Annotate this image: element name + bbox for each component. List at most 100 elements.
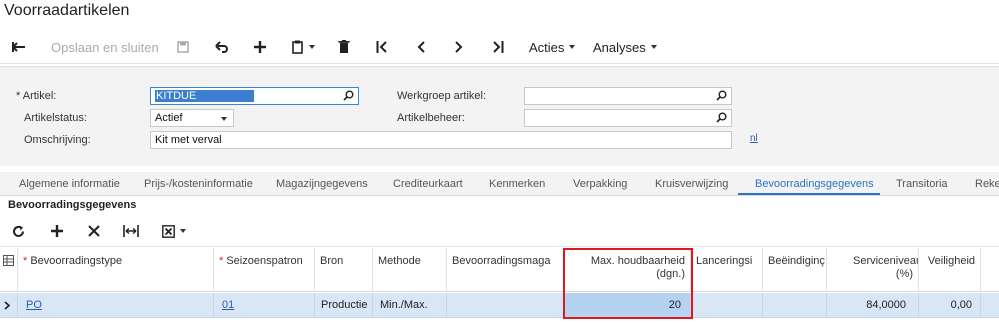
export-excel-button[interactable] [162,221,186,241]
seizoenspatron-link[interactable]: 01 [222,299,234,311]
grid-header: * Bevoorradingstype * Seizoenspatron Bro… [0,248,999,292]
chevron-down-icon [221,117,227,121]
col-beeindiging[interactable]: Beëindiginç [763,248,827,292]
chevron-down-icon [569,45,576,49]
save-close-label: Opslaan en sluiten [51,39,159,55]
delete-row-button[interactable] [88,221,100,241]
werkgroep-input[interactable] [524,87,732,105]
item-form: * Artikel: KITDUE Artikelstatus: Actief … [0,66,999,166]
save-button[interactable] [177,32,189,62]
col-max-houdbaarheid[interactable]: Max. houdbaarheid (dgn.) [565,248,691,292]
analyses-label: Analyses [593,39,646,55]
col-bron[interactable]: Bron [315,248,373,292]
delete-button[interactable] [338,32,350,62]
cell-seizoenspatron[interactable]: 01 [214,293,315,318]
last-icon [493,41,504,53]
add-row-button[interactable] [51,221,63,241]
cell-bron[interactable]: Productie [315,293,373,318]
col-bevoorradingstype[interactable]: * Bevoorradingstype [18,248,214,292]
save-close-button[interactable]: Opslaan en sluiten [51,32,159,62]
refresh-button[interactable] [12,221,25,241]
cell-veiligheid[interactable]: 0,00 [919,293,981,318]
cell-serviceniveau[interactable]: 84,0000 [827,293,919,318]
fit-width-icon [123,225,139,237]
tab-bevoorradingsgegevens[interactable]: Bevoorradingsgegevens [755,178,874,190]
col-veiligheid[interactable]: Veiligheid [919,248,981,292]
first-icon [376,41,387,53]
tab-kruisverwijzing[interactable]: Kruisverwijzing [655,178,728,190]
tab-prijs-kosteninformatie[interactable]: Prijs-/kosteninformatie [144,178,253,190]
col-methode[interactable]: Methode [373,248,447,292]
cell-max-houdbaarheid[interactable]: 20 [565,293,691,318]
artikel-label: * Artikel: [16,90,57,102]
status-value: Actief [155,112,183,124]
cell-overflow [981,293,999,318]
col-lancering[interactable]: Lanceringsi [691,248,763,292]
main-toolbar: Opslaan en sluiten Acties Analyses [0,32,999,64]
omschrijving-label: Omschrijving: [24,134,91,146]
first-record-button[interactable] [376,32,388,62]
row-selector-header[interactable] [0,248,18,292]
tab-kenmerken[interactable]: Kenmerken [489,178,545,190]
close-icon [88,225,100,237]
search-icon[interactable] [343,90,354,101]
search-icon[interactable] [716,90,727,101]
copy-paste-button[interactable] [292,32,315,62]
page-title: Voorraadartikelen [4,2,130,19]
undo-icon [215,41,228,53]
col-bevoorradingsmagazijn[interactable]: Bevoorradingsmaga [447,248,565,292]
col-overflow [981,248,999,292]
cell-methode[interactable]: Min./Max. [373,293,447,318]
section-title: Bevoorradingsgegevens [8,199,137,211]
cell-lancering[interactable] [691,293,763,318]
tab-reke[interactable]: Reke [975,178,999,190]
tab-transitoria[interactable]: Transitoria [896,178,948,190]
beheer-input[interactable] [524,109,732,127]
search-icon[interactable] [716,112,727,123]
back-button[interactable] [12,32,26,62]
previous-record-button[interactable] [416,32,426,62]
beheer-label: Artikelbeheer: [397,112,465,124]
grid-toolbar [0,215,999,247]
tab-verpakking[interactable]: Verpakking [573,178,627,190]
title-bar: Voorraadartikelen [0,0,999,30]
clipboard-icon [292,40,303,54]
trash-icon [338,40,350,53]
artikel-input[interactable]: KITDUE [150,87,359,105]
grid-settings-icon [3,255,14,266]
tab-algemene-informatie[interactable]: Algemene informatie [19,178,120,190]
chevron-down-icon [180,229,186,233]
row-expand-toggle[interactable] [0,293,18,318]
chevron-right-icon [455,41,463,53]
active-tab-indicator [738,193,880,195]
arrow-left-icon [12,42,25,52]
last-record-button[interactable] [492,32,504,62]
chevron-down-icon [309,45,315,49]
cell-bevoorradingstype[interactable]: PO [18,293,214,318]
next-record-button[interactable] [454,32,464,62]
artikel-value: KITDUE [155,90,198,102]
omschrijving-input[interactable]: Kit met verval [150,131,732,149]
plus-icon [254,41,266,53]
status-select[interactable]: Actief [150,109,234,127]
col-seizoenspatron[interactable]: * Seizoenspatron [214,248,315,292]
undo-button[interactable] [215,32,229,62]
chevron-down-icon [650,45,657,49]
chevron-left-icon [417,41,425,53]
refresh-icon [13,225,24,237]
col-serviceniveau[interactable]: Serviceniveau (%) [827,248,919,292]
cell-beeindiging[interactable] [763,293,827,318]
language-link[interactable]: nl [750,133,758,144]
actions-label: Acties [529,39,565,55]
table-row[interactable]: PO 01 Productie Min./Max. 20 84,0000 0,0… [0,293,999,318]
excel-icon [162,224,175,238]
add-button[interactable] [254,32,266,62]
analyses-menu[interactable]: Analyses [593,32,657,62]
chevron-right-icon [4,301,11,310]
tab-magazijngegevens[interactable]: Magazijngegevens [276,178,368,190]
cell-bevoorradingsmagazijn[interactable] [447,293,565,318]
tab-crediteurkaart[interactable]: Crediteurkaart [393,178,463,190]
actions-menu[interactable]: Acties [529,32,576,62]
bevoorradingstype-link[interactable]: PO [26,299,42,311]
fit-columns-button[interactable] [123,221,139,241]
